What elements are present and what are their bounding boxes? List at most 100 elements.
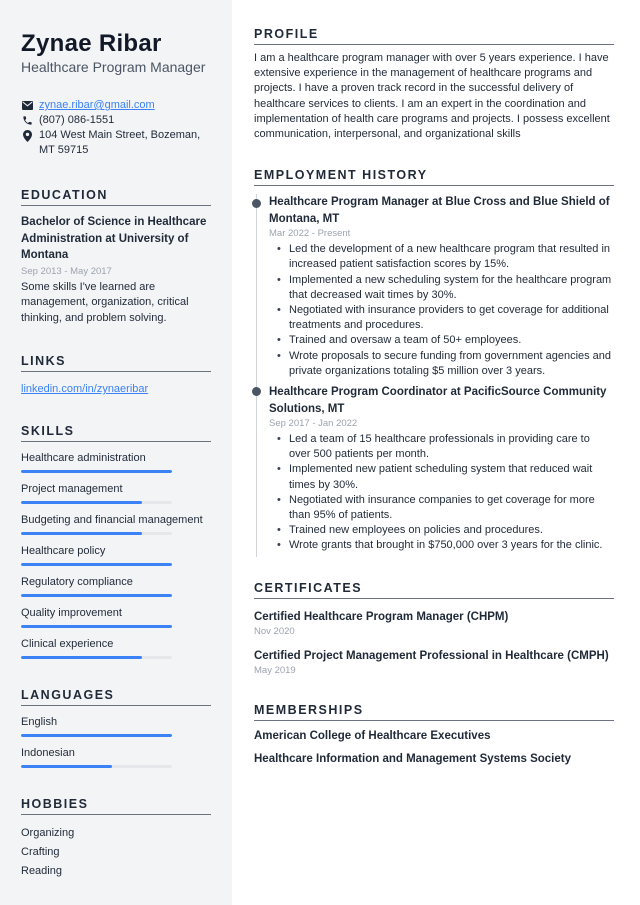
level-bar	[21, 765, 172, 768]
certificate-name: Certified Healthcare Program Manager (CH…	[254, 610, 509, 623]
job-entry: Healthcare Program Manager at Blue Cross…	[251, 194, 614, 383]
level-bar-fill	[21, 563, 172, 566]
memberships-section: MEMBERSHIPS American College of Healthca…	[254, 703, 614, 767]
links-section: LINKS linkedin.com/in/zynaeribar	[21, 354, 211, 397]
job-bullets: Led a team of 15 healthcare professional…	[269, 432, 614, 554]
job-date: Mar 2022 - Present	[269, 228, 351, 240]
contact-address: 104 West Main Street, Bozeman, MT 59715	[21, 128, 211, 158]
membership-item: American College of Healthcare Executive…	[254, 729, 491, 742]
job-bullet: Implemented new patient scheduling syste…	[277, 462, 614, 492]
job-bullet: Led the development of a new healthcare …	[277, 242, 614, 272]
skill-item: Clinical experience	[21, 637, 211, 659]
hobby-item: Crafting	[21, 846, 60, 858]
skill-item: Project management	[21, 482, 211, 504]
profile-section: PROFILE I am a healthcare program manage…	[254, 27, 614, 142]
hobbies-heading: HOBBIES	[21, 797, 211, 815]
language-name: English	[21, 716, 58, 728]
skill-name: Quality improvement	[21, 607, 122, 619]
job-bullet: Trained new employees on policies and pr…	[277, 523, 614, 538]
level-bar	[21, 532, 172, 535]
linkedin-link[interactable]: linkedin.com/in/zynaeribar	[21, 382, 211, 397]
main-content: PROFILE I am a healthcare program manage…	[251, 27, 614, 767]
job-title: Healthcare Program Coordinator at Pacifi…	[269, 386, 607, 415]
job-date: Sep 2017 - Jan 2022	[269, 418, 358, 430]
timeline-dot-icon	[251, 387, 261, 397]
job-title: Healthcare Program Manager at Blue Cross…	[269, 196, 610, 225]
language-name: Indonesian	[21, 747, 75, 759]
languages-heading: LANGUAGES	[21, 688, 211, 706]
skill-name: Healthcare policy	[21, 545, 106, 557]
education-description: Some skills I've learned are management,…	[21, 280, 189, 324]
contact-email: zynae.ribar@gmail.com	[21, 98, 211, 113]
timeline-dot-icon	[251, 199, 261, 209]
level-bar	[21, 656, 172, 659]
skill-name: Budgeting and financial management	[21, 514, 203, 526]
job-bullets: Led the development of a new healthcare …	[269, 242, 614, 379]
hobby-item: Organizing	[21, 827, 75, 839]
hobbies-section: HOBBIES Organizing Crafting Reading	[21, 797, 211, 881]
skill-name: Project management	[21, 483, 123, 495]
level-bar-fill	[21, 501, 142, 504]
education-degree: Bachelor of Science in Healthcare Admini…	[21, 216, 207, 261]
sidebar: Zynae Ribar Healthcare Program Manager z…	[0, 0, 232, 905]
skill-item: Healthcare policy	[21, 544, 211, 566]
certificate-name: Certified Project Management Professiona…	[254, 649, 609, 662]
employment-section: EMPLOYMENT HISTORY Healthcare Program Ma…	[251, 168, 614, 557]
memberships-heading: MEMBERSHIPS	[254, 703, 614, 721]
level-bar	[21, 734, 172, 737]
certificates-section: CERTIFICATES Certified Healthcare Progra…	[254, 581, 614, 677]
skill-item: Quality improvement	[21, 606, 211, 628]
certificate-date: Nov 2020	[254, 625, 295, 637]
job-bullet: Led a team of 15 healthcare professional…	[277, 432, 614, 462]
education-section: EDUCATION Bachelor of Science in Healthc…	[21, 188, 211, 326]
level-bar-fill	[21, 656, 142, 659]
level-bar	[21, 563, 172, 566]
address: 104 West Main Street, Bozeman, MT 59715	[39, 129, 201, 156]
skill-item: Healthcare administration	[21, 451, 211, 473]
level-bar-fill	[21, 532, 142, 535]
level-bar	[21, 625, 172, 628]
job-bullet: Implemented a new scheduling system for …	[277, 273, 614, 303]
level-bar-fill	[21, 734, 172, 737]
skill-item: Budgeting and financial management	[21, 513, 211, 535]
certificate-date: May 2019	[254, 664, 296, 676]
email-link[interactable]: zynae.ribar@gmail.com	[39, 98, 155, 113]
languages-section: LANGUAGES English Indonesian	[21, 688, 211, 768]
phone-number: (807) 086-1551	[39, 114, 115, 126]
job-bullet: Negotiated with insurance providers to g…	[277, 303, 614, 333]
job-bullet: Trained and oversaw a team of 50+ employ…	[277, 333, 614, 348]
level-bar	[21, 594, 172, 597]
job-entry: Healthcare Program Coordinator at Pacifi…	[251, 382, 614, 557]
contact-list: zynae.ribar@gmail.com (807) 086-1551 104…	[21, 98, 211, 158]
phone-icon	[21, 113, 33, 128]
skill-name: Healthcare administration	[21, 452, 146, 464]
skills-heading: SKILLS	[21, 424, 211, 442]
envelope-icon	[21, 98, 33, 113]
level-bar-fill	[21, 470, 172, 473]
level-bar-fill	[21, 625, 172, 628]
level-bar	[21, 501, 172, 504]
language-item: Indonesian	[21, 746, 211, 768]
job-bullet: Wrote proposals to secure funding from g…	[277, 349, 614, 379]
job-bullet: Wrote grants that brought in $750,000 ov…	[277, 538, 614, 553]
job-bullet: Negotiated with insurance companies to g…	[277, 493, 614, 523]
education-heading: EDUCATION	[21, 188, 211, 206]
contact-phone: (807) 086-1551	[21, 113, 211, 128]
certificate-item: Certified Healthcare Program Manager (CH…	[254, 609, 614, 638]
employment-heading: EMPLOYMENT HISTORY	[254, 168, 614, 187]
profile-text: I am a healthcare program manager with o…	[254, 52, 610, 141]
skills-section: SKILLS Healthcare administration Project …	[21, 424, 211, 659]
candidate-name: Zynae Ribar	[21, 30, 162, 57]
level-bar-fill	[21, 765, 112, 768]
candidate-title: Healthcare Program Manager	[21, 59, 206, 75]
skill-item: Regulatory compliance	[21, 575, 211, 597]
membership-item: Healthcare Information and Management Sy…	[254, 752, 571, 765]
certificates-heading: CERTIFICATES	[254, 581, 614, 599]
map-pin-icon	[21, 128, 33, 143]
education-date: Sep 2013 - May 2017	[21, 265, 112, 277]
level-bar-fill	[21, 594, 172, 597]
links-heading: LINKS	[21, 354, 211, 372]
hobby-item: Reading	[21, 865, 62, 877]
skill-name: Clinical experience	[21, 638, 114, 650]
level-bar	[21, 470, 172, 473]
